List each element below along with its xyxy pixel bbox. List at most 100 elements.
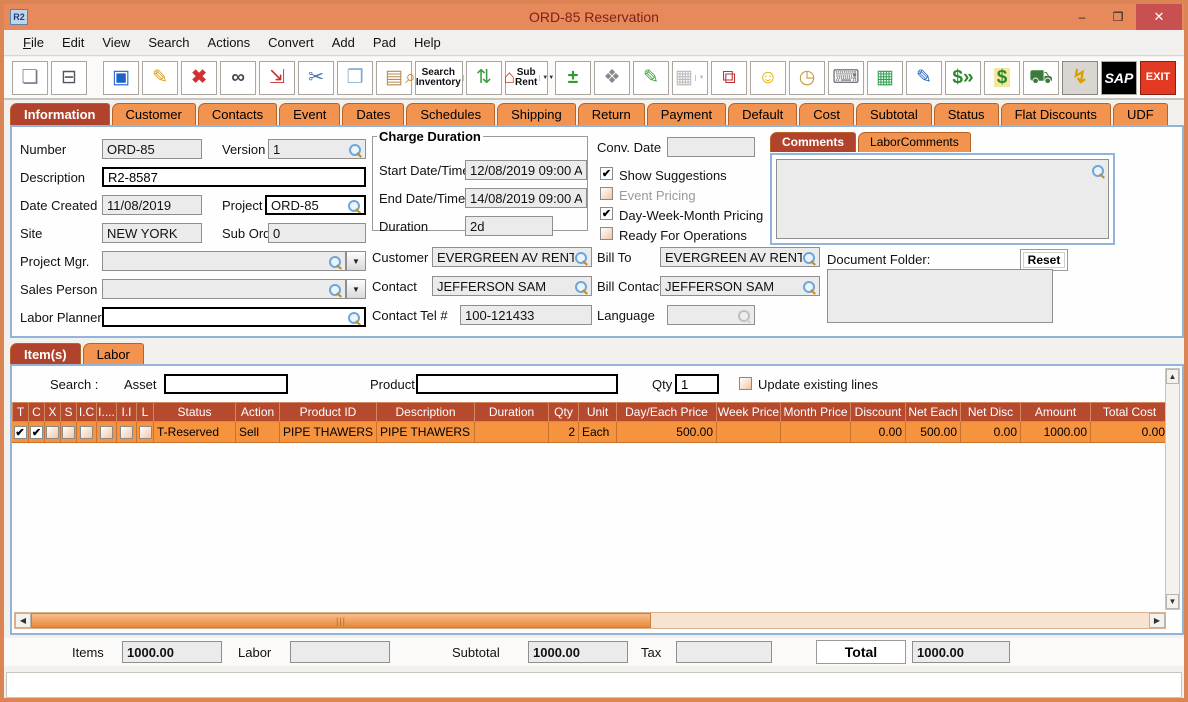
tab-information[interactable]: Information (10, 103, 110, 125)
bill-contact-search-icon[interactable] (802, 280, 815, 293)
col-action[interactable]: Action (236, 402, 280, 422)
copy-button[interactable]: ❐ (337, 60, 374, 95)
new-document-button[interactable]: ❏ (12, 60, 48, 95)
project-mgr-dropdown[interactable]: ▼ (346, 251, 366, 271)
tab-status[interactable]: Status (933, 103, 999, 125)
col-duration[interactable]: Duration (475, 402, 549, 422)
col-ii[interactable]: I.I (117, 402, 137, 422)
shortcut-key-button[interactable]: ⌨ (828, 60, 864, 95)
menu-actions[interactable]: Actions (199, 32, 260, 53)
col-unit[interactable]: Unit (579, 402, 617, 422)
scroll-right-icon[interactable]: ▶ (1149, 613, 1165, 628)
dwm-pricing-checkbox[interactable]: ✔ (600, 207, 613, 220)
document-folder-box[interactable] (827, 269, 1053, 323)
quick-action-button[interactable]: ↯ (1062, 60, 1098, 95)
tab-flat-discounts[interactable]: Flat Discounts (1000, 103, 1111, 125)
tab-event[interactable]: Event (279, 103, 341, 125)
sales-person-search-icon[interactable] (328, 283, 341, 296)
tab-return[interactable]: Return (577, 103, 645, 125)
row-check-x[interactable] (46, 425, 59, 439)
row-check-t[interactable]: ✔ (13, 425, 27, 439)
tab-schedules[interactable]: Schedules (406, 103, 496, 125)
comments-search-icon[interactable] (1091, 164, 1104, 177)
cell-amount[interactable]: 1000.00 (1021, 422, 1091, 443)
col-discount[interactable]: Discount (851, 402, 906, 422)
show-suggestions-checkbox[interactable]: ✔ (600, 167, 613, 180)
cell-product-id[interactable]: PIPE THAWERS (280, 422, 377, 443)
bill-to-search-icon[interactable] (802, 251, 815, 264)
cell-net-disc[interactable]: 0.00 (961, 422, 1021, 443)
tab-comments[interactable]: Comments (770, 132, 857, 152)
product-input[interactable] (422, 376, 612, 392)
tab-udf[interactable]: UDF (1112, 103, 1168, 125)
tab-customer[interactable]: Customer (111, 103, 196, 125)
col-l[interactable]: L (137, 402, 154, 422)
cell-net-each[interactable]: 500.00 (906, 422, 961, 443)
col-month-price[interactable]: Month Price (781, 402, 851, 422)
col-s[interactable]: S (61, 402, 77, 422)
project-mgr-search-icon[interactable] (328, 255, 341, 268)
menu-add[interactable]: Add (323, 32, 364, 53)
price-notes-button[interactable]: $ (984, 60, 1020, 95)
notes-button[interactable]: ✎ (633, 60, 669, 95)
tab-labor-comments[interactable]: LaborComments (858, 132, 971, 152)
cell-week-price[interactable] (717, 422, 781, 443)
menu-help[interactable]: Help (405, 32, 450, 53)
customer-button[interactable]: ☺ (750, 60, 786, 95)
chevron-down-icon[interactable]: ▼▼ (539, 74, 554, 81)
tab-dates[interactable]: Dates (342, 103, 405, 125)
labor-planner-search-icon[interactable] (347, 311, 360, 324)
row-check-i[interactable] (100, 425, 113, 439)
col-description[interactable]: Description (377, 402, 475, 422)
tab-labor[interactable]: Labor (82, 343, 144, 365)
col-qty[interactable]: Qty (549, 402, 579, 422)
exit-button[interactable]: EXIT (1140, 60, 1176, 95)
comments-textarea[interactable] (776, 159, 1109, 239)
asset-field[interactable] (164, 374, 288, 394)
close-button[interactable]: ✕ (1136, 4, 1182, 30)
sales-person-dropdown[interactable]: ▼ (346, 279, 366, 299)
total-button[interactable]: Total (816, 640, 906, 664)
product-field[interactable] (416, 374, 618, 394)
menu-edit[interactable]: Edit (53, 32, 93, 53)
edit-button[interactable]: ✎ (142, 60, 179, 95)
row-check-ii[interactable] (120, 425, 133, 439)
horizontal-scrollbar[interactable]: ◀ ||| ▶ (14, 612, 1166, 629)
find-button[interactable]: ∞ (220, 60, 257, 95)
description-field[interactable] (102, 167, 366, 187)
add-remove-button[interactable]: ± (555, 60, 591, 95)
qty-field[interactable] (675, 374, 719, 394)
col-status[interactable]: Status (154, 402, 236, 422)
contact-search-icon[interactable] (574, 280, 587, 293)
row-check-l[interactable] (138, 425, 152, 439)
edit-notes-button[interactable]: ✎ (906, 60, 942, 95)
minimize-button[interactable]: – (1064, 4, 1100, 30)
labor-planner-field[interactable] (102, 307, 366, 327)
delete-button[interactable]: ✖ (181, 60, 218, 95)
menu-pad[interactable]: Pad (364, 32, 405, 53)
cell-qty[interactable]: 2 (549, 422, 579, 443)
col-ic[interactable]: I.C (77, 402, 97, 422)
tab-shipping[interactable]: Shipping (497, 103, 576, 125)
transfer-button[interactable]: ⇅ (465, 60, 502, 95)
project-field[interactable]: ORD-85 (265, 195, 366, 215)
col-x[interactable]: X (45, 402, 61, 422)
delivery-button[interactable]: ⛟ (1023, 60, 1059, 95)
col-i[interactable]: I.... (97, 402, 117, 422)
ready-operations-checkbox[interactable] (600, 227, 613, 240)
tab-subtotal[interactable]: Subtotal (856, 103, 932, 125)
col-product-id[interactable]: Product ID (280, 402, 377, 422)
tab-payment[interactable]: Payment (646, 103, 727, 125)
description-input[interactable] (108, 169, 360, 185)
cell-description[interactable]: PIPE THAWERS (377, 422, 475, 443)
menu-search[interactable]: Search (139, 32, 198, 53)
qty-input[interactable] (681, 376, 713, 392)
tab-contacts[interactable]: Contacts (197, 103, 278, 125)
project-search-icon[interactable] (347, 199, 360, 212)
row-check-ic[interactable] (80, 425, 93, 439)
tab-items[interactable]: Item(s) (10, 343, 81, 365)
cell-month-price[interactable] (781, 422, 851, 443)
order-tree-button[interactable]: ⧉ (711, 60, 747, 95)
col-amount[interactable]: Amount (1021, 402, 1091, 422)
reset-button[interactable]: Reset (1020, 249, 1068, 271)
